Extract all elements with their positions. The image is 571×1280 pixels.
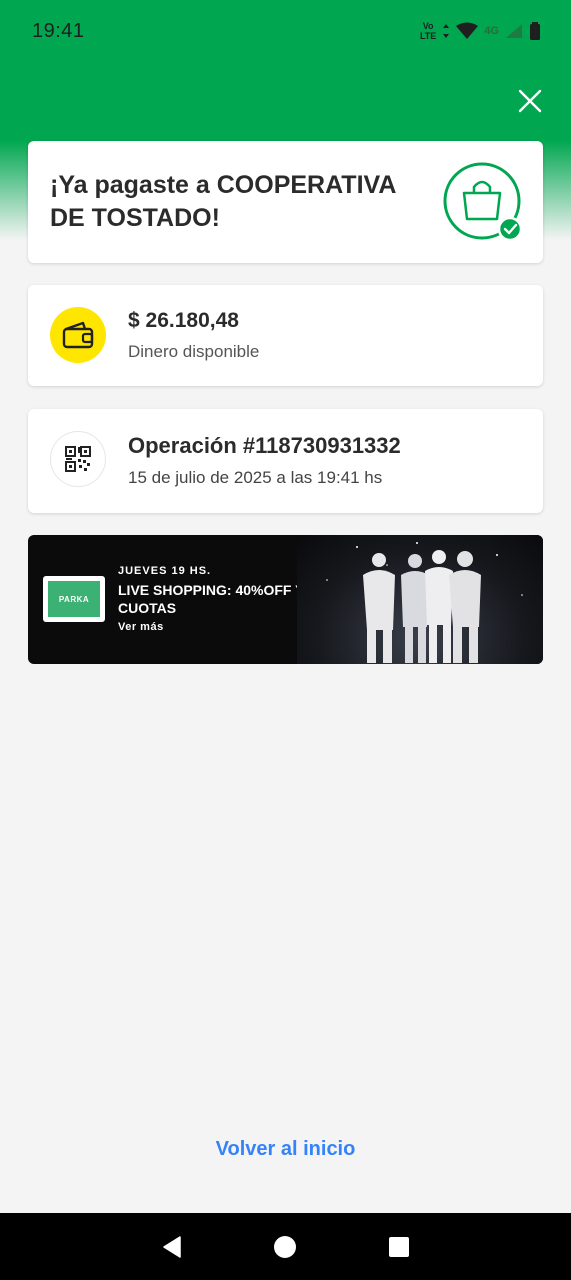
shopping-bag-check-icon [443,162,523,242]
banner-title: LIVE SHOPPING: 40%OFF Y 6 CUOTAS [118,582,316,616]
banner-see-more-link[interactable]: Ver más [118,621,164,633]
operation-number: Operación #118730931332 [128,433,401,458]
balance-label: Dinero disponible [128,342,260,361]
balance-card[interactable]: $ 26.180,48 Dinero disponible [28,285,543,386]
volte-indicator: Vo LTE [420,21,436,41]
success-message: ¡Ya pagaste a COOPERATIVA DE TOSTADO! [50,171,396,232]
close-icon[interactable] [517,88,543,114]
banner-photo [297,535,543,664]
promo-banner[interactable]: PARKA JUEVES 19 HS. LIVE SHOPPING: 40%OF… [28,535,543,664]
operation-date: 15 de julio de 2025 a las 19:41 hs [128,468,383,487]
wifi-icon [456,22,479,39]
parka-logo: PARKA [43,576,105,622]
recents-nav-icon[interactable] [383,1231,415,1263]
operation-card[interactable]: Operación #118730931332 15 de julio de 2… [28,409,543,513]
available-balance: $ 26.180,48 [128,309,239,332]
status-bar: 19:41 Vo LTE 4G [0,0,571,62]
status-icons: Vo LTE 4G [420,21,541,41]
payment-success-card: ¡Ya pagaste a COOPERATIVA DE TOSTADO! [28,141,543,263]
banner-kicker: JUEVES 19 HS. [118,565,212,577]
parka-logo-text: PARKA [48,581,100,617]
back-to-home-link[interactable]: Volver al inicio [0,1138,571,1161]
battery-icon [530,22,540,40]
data-arrows-icon [443,24,450,38]
volte-top: Vo [422,21,434,31]
network-type: 4G [484,25,499,37]
wallet-icon [50,307,106,363]
home-nav-icon[interactable] [269,1231,301,1263]
qr-code-icon [50,431,106,487]
back-nav-icon[interactable] [156,1231,188,1263]
system-nav-bar [0,1213,571,1280]
signal-icon [506,24,522,38]
status-time: 19:41 [32,19,85,42]
volte-bottom: LTE [419,31,437,41]
